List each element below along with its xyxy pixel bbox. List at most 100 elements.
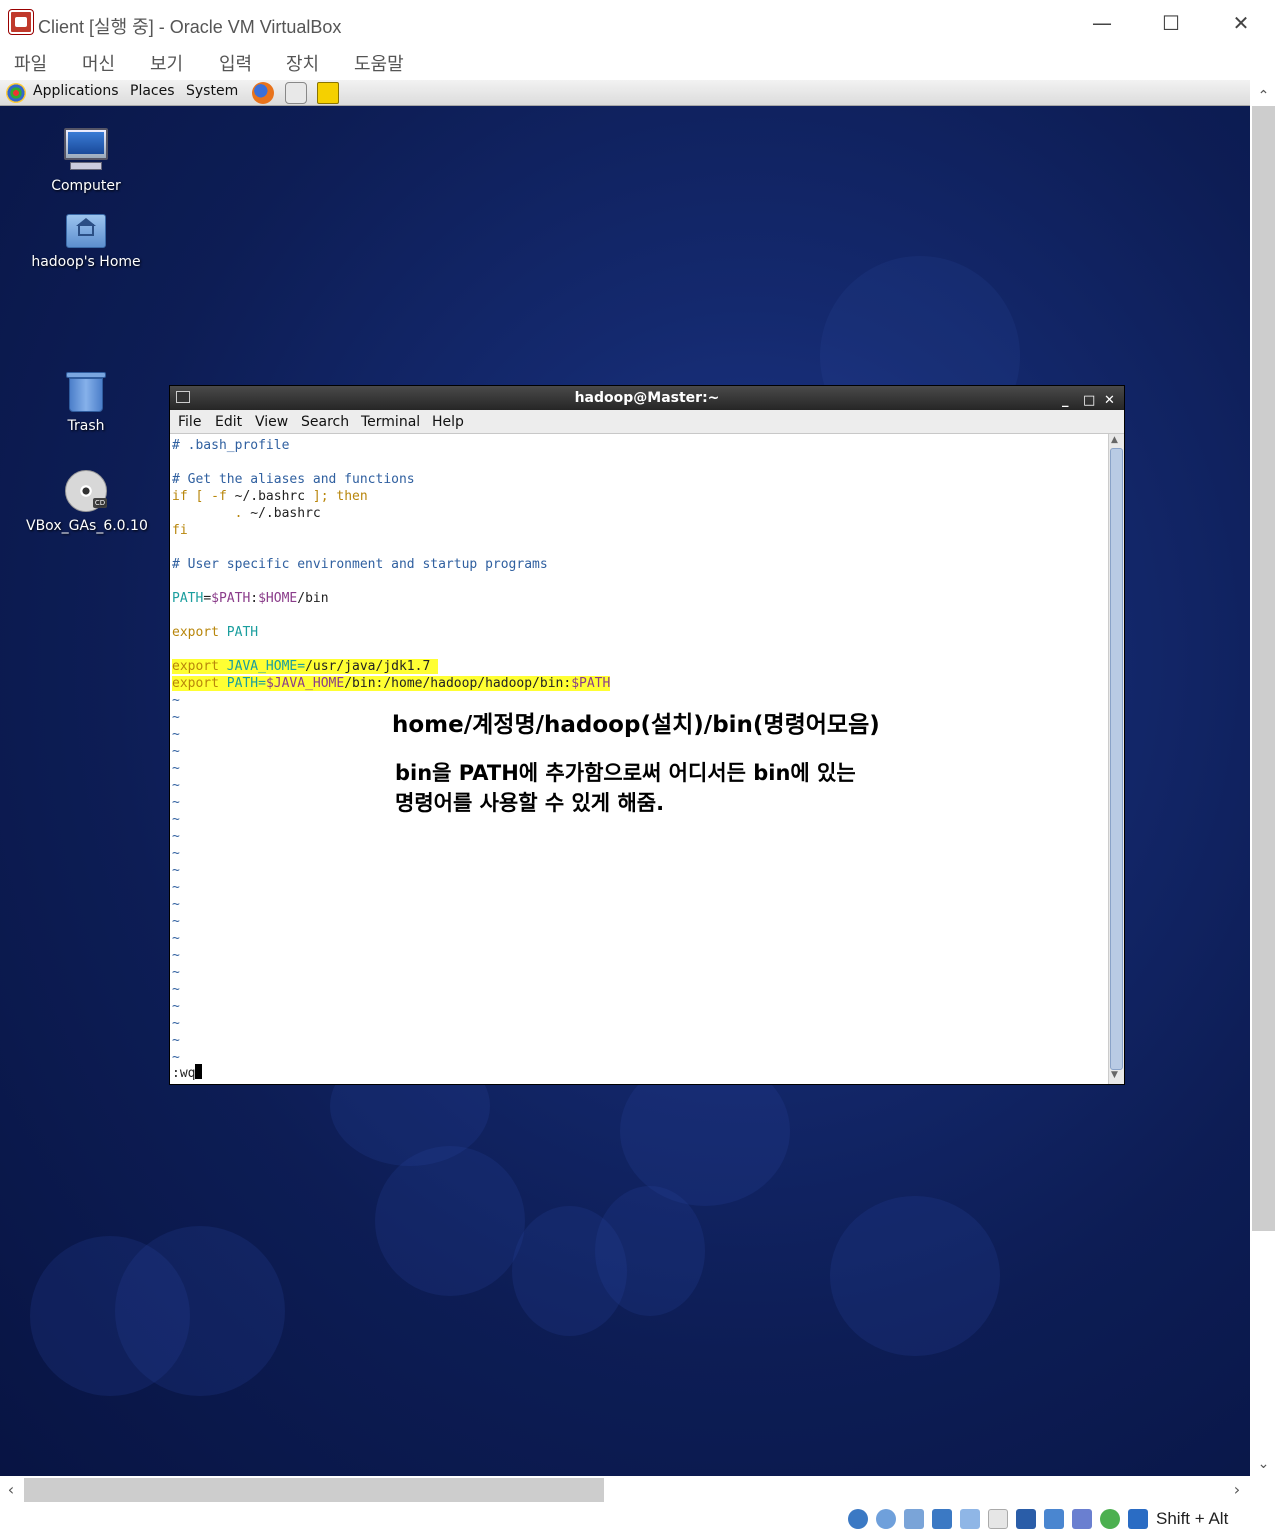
terminal-title-bar: hadoop@Master:~ _ □ ✕ (170, 386, 1124, 410)
horizontal-scrollbar[interactable]: ‹ › (0, 1476, 1250, 1504)
desktop-icon-cd[interactable]: CD VBox_GAs_6.0.10 (26, 468, 148, 534)
desktop-icon-computer[interactable]: Computer (26, 126, 146, 194)
horizontal-scrollbar-thumb[interactable] (24, 1478, 604, 1502)
vim-empty-line: ~ (172, 795, 180, 810)
menu-input[interactable]: 입력 (219, 50, 252, 76)
home-folder-icon (64, 210, 108, 250)
computer-icon (62, 126, 110, 174)
terminal-scrollbar[interactable]: ▲ ▼ (1108, 434, 1124, 1084)
vim-empty-line: ~ (172, 863, 180, 878)
host-key-label: Shift + Alt (1156, 1509, 1229, 1528)
virtualization-icon[interactable] (1072, 1509, 1092, 1529)
display-icon[interactable] (1016, 1509, 1036, 1529)
desktop-icon-label: Computer (51, 178, 121, 194)
terminal-title: hadoop@Master:~ (574, 390, 720, 406)
terminal-menu-help[interactable]: Help (432, 414, 464, 430)
terminal-menu-bar: File Edit View Search Terminal Help (170, 410, 1124, 434)
annotation-bin-path: home/계정명/hadoop(설치)/bin(명령어모음) (392, 712, 880, 738)
highlighted-code-line: export PATH=$JAVA_HOME/bin:/home/hadoop/… (172, 676, 611, 691)
terminal-menu-terminal[interactable]: Terminal (361, 414, 420, 430)
vim-empty-line: ~ (172, 846, 180, 861)
vim-command-line: :wq (172, 1064, 203, 1081)
vim-empty-line: ~ (172, 1016, 180, 1031)
terminal-menu-search[interactable]: Search (301, 414, 349, 430)
terminal-scrollbar-thumb[interactable] (1110, 448, 1123, 1070)
window-title: Client [실행 중] - Oracle VM VirtualBox (38, 17, 342, 37)
vim-empty-line: ~ (172, 982, 180, 997)
firefox-icon[interactable] (252, 82, 274, 104)
desktop-icon-home[interactable]: hadoop's Home (26, 210, 146, 270)
vim-empty-line: ~ (172, 880, 180, 895)
menu-machine[interactable]: 머신 (82, 50, 115, 76)
scroll-corner (1250, 1476, 1277, 1504)
video-capture-icon[interactable] (1044, 1509, 1064, 1529)
menu-view[interactable]: 보기 (150, 50, 183, 76)
virtualbox-app-icon (9, 10, 33, 34)
shared-folder-icon[interactable] (988, 1509, 1008, 1529)
menu-devices[interactable]: 장치 (286, 50, 319, 76)
terminal-menu-file[interactable]: File (178, 414, 201, 430)
vim-empty-line: ~ (172, 812, 180, 827)
vim-empty-line: ~ (172, 761, 180, 776)
scroll-left-arrow[interactable]: ‹ (0, 1476, 22, 1504)
code-line: if [ -f ~/.bashrc ]; then (172, 489, 368, 504)
mail-icon[interactable] (285, 82, 307, 104)
panel-system[interactable]: System (186, 83, 238, 99)
scroll-down-arrow[interactable]: ⌄ (1250, 1452, 1277, 1476)
vim-empty-line: ~ (172, 727, 180, 742)
usb-icon[interactable] (960, 1509, 980, 1529)
vim-empty-line: ~ (172, 710, 180, 725)
scroll-right-arrow[interactable]: › (1226, 1476, 1248, 1504)
code-line: # Get the aliases and functions (172, 472, 415, 487)
trash-icon (64, 370, 108, 414)
vim-empty-line: ~ (172, 948, 180, 963)
code-line: export PATH (172, 625, 259, 640)
notes-icon[interactable] (317, 82, 339, 104)
optical-drive-icon[interactable] (876, 1509, 896, 1529)
host-title-bar: Client [실행 중] - Oracle VM VirtualBox — ☐… (0, 0, 1277, 46)
close-button[interactable]: ✕ (1226, 10, 1256, 36)
panel-places[interactable]: Places (130, 83, 175, 99)
vertical-scrollbar[interactable]: ⌃ ⌄ (1250, 80, 1277, 1476)
code-line: # User specific environment and startup … (172, 557, 548, 572)
vim-empty-line: ~ (172, 1033, 180, 1048)
desktop-icon-label: hadoop's Home (31, 254, 141, 270)
vim-empty-line: ~ (172, 744, 180, 759)
vim-empty-line: ~ (172, 778, 180, 793)
code-line: fi (172, 523, 188, 538)
vim-empty-line: ~ (172, 693, 180, 708)
hard-disk-icon[interactable] (848, 1509, 868, 1529)
desktop-icon-trash[interactable]: Trash (26, 370, 146, 434)
vim-empty-line: ~ (172, 965, 180, 980)
menu-file[interactable]: 파일 (14, 50, 47, 76)
scroll-up-arrow[interactable]: ⌃ (1250, 84, 1277, 108)
host-menu-bar: 파일 머신 보기 입력 장치 도움말 (0, 46, 1277, 80)
vim-empty-line: ~ (172, 829, 180, 844)
vim-empty-line: ~ (172, 897, 180, 912)
terminal-icon (176, 391, 190, 403)
host-status-bar: Shift + Alt (0, 1504, 1277, 1530)
desktop-icon-label: VBox_GAs_6.0.10 (26, 518, 148, 534)
vim-empty-line: ~ (172, 914, 180, 929)
vim-empty-line: ~ (172, 931, 180, 946)
maximize-button[interactable]: ☐ (1156, 10, 1186, 36)
mouse-integration-icon[interactable] (1100, 1509, 1120, 1529)
text-cursor (195, 1064, 203, 1079)
network-icon[interactable] (932, 1509, 952, 1529)
cd-icon: CD (63, 468, 109, 514)
vertical-scrollbar-thumb[interactable] (1252, 106, 1275, 1231)
panel-applications[interactable]: Applications (33, 83, 119, 99)
guest-top-panel: Applications Places System (0, 80, 1250, 106)
menu-help[interactable]: 도움말 (354, 50, 404, 76)
code-line: PATH=$PATH:$HOME/bin (172, 591, 329, 606)
highlighted-code-line: export JAVA_HOME=/usr/java/jdk1.7 (172, 658, 439, 675)
code-line: . ~/.bashrc (172, 506, 321, 521)
desktop-icon-label: Trash (67, 418, 105, 434)
code-line: # .bash_profile (172, 438, 290, 453)
minimize-button[interactable]: — (1087, 10, 1117, 36)
annotation-explanation: bin을 PATH에 추가함으로써 어디서든 bin에 있는 명령어를 사용할 수… (395, 761, 856, 815)
terminal-menu-edit[interactable]: Edit (215, 414, 242, 430)
terminal-menu-view[interactable]: View (255, 414, 288, 430)
keyboard-capture-icon[interactable] (1128, 1509, 1148, 1529)
audio-icon[interactable] (904, 1509, 924, 1529)
